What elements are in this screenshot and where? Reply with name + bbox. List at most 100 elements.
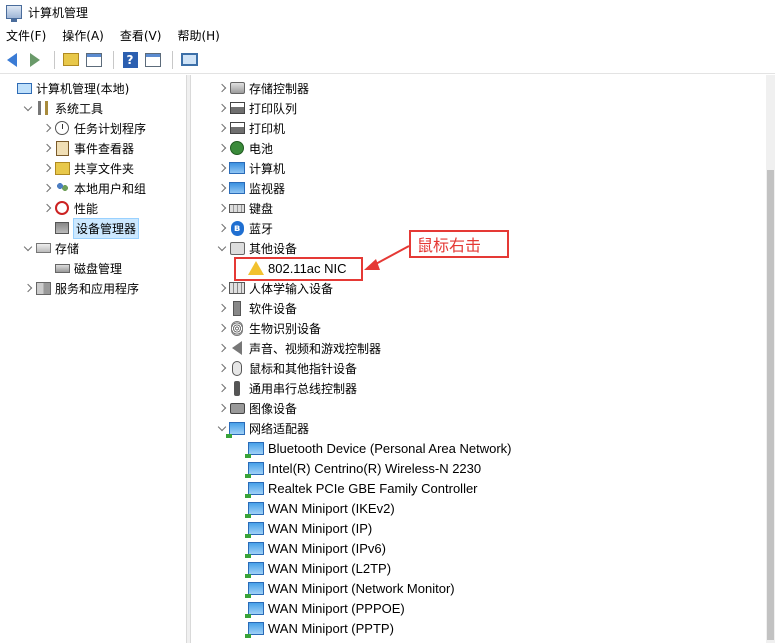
- vertical-scrollbar[interactable]: [766, 75, 775, 643]
- chevron-right-icon[interactable]: [215, 385, 229, 391]
- tree-item-label: 存储控制器: [249, 81, 310, 96]
- chevron-right-icon[interactable]: [21, 285, 35, 291]
- chevron-right-icon[interactable]: [40, 125, 54, 131]
- tree-item[interactable]: WAN Miniport (L2TP): [234, 558, 391, 578]
- tree-item[interactable]: 软件设备: [215, 298, 297, 318]
- chevron-right-icon[interactable]: [215, 365, 229, 371]
- chevron-right-icon[interactable]: [215, 105, 229, 111]
- tree-item[interactable]: 磁盘管理: [40, 258, 122, 278]
- tree-item[interactable]: 打印队列: [215, 98, 297, 118]
- tree-item[interactable]: WAN Miniport (IKEv2): [234, 498, 395, 518]
- chevron-down-icon[interactable]: [21, 107, 35, 110]
- tree-item[interactable]: WAN Miniport (IP): [234, 518, 372, 538]
- tree-item-label: 监视器: [249, 181, 286, 196]
- properties-icon: [145, 52, 161, 67]
- chevron-right-icon[interactable]: [215, 285, 229, 291]
- tree-item[interactable]: 人体学输入设备: [215, 278, 333, 298]
- tree-item[interactable]: Realtek PCIe GBE Family Controller: [234, 478, 478, 498]
- forward-button[interactable]: [25, 50, 45, 70]
- chevron-right-icon[interactable]: [215, 405, 229, 411]
- tree-item[interactable]: 存储控制器: [215, 78, 309, 98]
- chevron-right-icon[interactable]: [215, 145, 229, 151]
- storage-icon: [35, 240, 51, 256]
- tree-item[interactable]: 电池: [215, 138, 273, 158]
- chevron-down-icon[interactable]: [21, 247, 35, 250]
- menu-help[interactable]: 帮助(H): [177, 27, 219, 44]
- back-button[interactable]: [2, 50, 22, 70]
- tree-item[interactable]: 计算机: [215, 158, 285, 178]
- tree-item-label: 生物识别设备: [249, 321, 322, 336]
- tree-item[interactable]: 打印机: [215, 118, 285, 138]
- tree-item-label: 任务计划程序: [74, 121, 147, 136]
- tree-item-label: WAN Miniport (IP): [268, 520, 373, 536]
- chevron-right-icon[interactable]: [215, 205, 229, 211]
- tree-item[interactable]: 共享文件夹: [40, 158, 134, 178]
- tree-item-label: Realtek PCIe GBE Family Controller: [268, 480, 478, 496]
- menu-file[interactable]: 文件(F): [6, 27, 46, 44]
- up-folder-button[interactable]: [61, 50, 81, 70]
- scrollbar-thumb[interactable]: [767, 170, 774, 640]
- tree-item[interactable]: 服务和应用程序: [21, 278, 139, 298]
- mouse-icon-glyph: [232, 360, 242, 376]
- chevron-down-icon[interactable]: [215, 247, 229, 250]
- tree-item-label: 鼠标和其他指针设备: [249, 361, 358, 376]
- tree-item[interactable]: 性能: [40, 198, 98, 218]
- help-button[interactable]: ?: [120, 50, 140, 70]
- keyboard-icon-glyph: [229, 203, 245, 213]
- tree-item[interactable]: 监视器: [215, 178, 285, 198]
- tree-item-label: WAN Miniport (L2TP): [268, 560, 392, 576]
- tree-item[interactable]: 其他设备: [215, 238, 297, 258]
- monitor-button[interactable]: [179, 50, 199, 70]
- properties-button[interactable]: [143, 50, 163, 70]
- show-hide-tree-button[interactable]: [84, 50, 104, 70]
- title-bar: 计算机管理: [0, 0, 775, 24]
- tree-item[interactable]: 通用串行总线控制器: [215, 378, 357, 398]
- help-icon: ?: [122, 51, 138, 68]
- tree-item[interactable]: 鼠标和其他指针设备: [215, 358, 357, 378]
- menu-view[interactable]: 查看(V): [120, 27, 162, 44]
- battery-icon: [229, 140, 245, 156]
- tree-item[interactable]: 任务计划程序: [40, 118, 146, 138]
- tree-item[interactable]: 存储: [21, 238, 79, 258]
- tree-item[interactable]: 生物识别设备: [215, 318, 321, 338]
- tree-item[interactable]: WAN Miniport (IPv6): [234, 538, 386, 558]
- tree-item[interactable]: ʙ 蓝牙: [215, 218, 273, 238]
- chevron-right-icon[interactable]: [215, 185, 229, 191]
- chevron-right-icon[interactable]: [40, 165, 54, 171]
- tree-item[interactable]: WAN Miniport (PPPOE): [234, 598, 405, 618]
- tree-item-label: 图像设备: [249, 401, 298, 416]
- tree-item[interactable]: 键盘: [215, 198, 273, 218]
- tree-item[interactable]: 本地用户和组: [40, 178, 146, 198]
- tree-item-label: 本地用户和组: [74, 181, 147, 196]
- chevron-right-icon[interactable]: [215, 125, 229, 131]
- chevron-down-icon[interactable]: [215, 427, 229, 430]
- tree-item[interactable]: WAN Miniport (Network Monitor): [234, 578, 455, 598]
- chevron-right-icon[interactable]: [40, 185, 54, 191]
- tree-item[interactable]: Bluetooth Device (Personal Area Network): [234, 438, 512, 458]
- local-users-icon: [54, 180, 70, 196]
- window-title: 计算机管理: [28, 5, 89, 20]
- network-adapter-icon: [245, 540, 264, 558]
- tree-item[interactable]: 系统工具: [21, 98, 103, 118]
- chevron-right-icon[interactable]: [215, 225, 229, 231]
- disk-management-icon: [54, 260, 70, 276]
- menu-action[interactable]: 操作(A): [62, 27, 104, 44]
- tree-item[interactable]: 图像设备: [215, 398, 297, 418]
- tree-item[interactable]: 设备管理器: [40, 217, 140, 239]
- network-adapter-icon-glyph: [245, 601, 264, 618]
- chevron-right-icon[interactable]: [215, 325, 229, 331]
- tree-item[interactable]: 计算机管理(本地): [2, 78, 129, 98]
- tree-item[interactable]: Intel(R) Centrino(R) Wireless-N 2230: [234, 458, 481, 478]
- chevron-right-icon[interactable]: [215, 305, 229, 311]
- chevron-right-icon[interactable]: [215, 85, 229, 91]
- chevron-right-icon[interactable]: [215, 345, 229, 351]
- tree-item[interactable]: 网络适配器: [215, 418, 309, 438]
- network-adapter-icon-glyph: [245, 621, 264, 638]
- chevron-right-icon[interactable]: [40, 205, 54, 211]
- tree-item[interactable]: 事件查看器: [40, 138, 134, 158]
- tree-item[interactable]: WAN Miniport (PPTP): [234, 618, 394, 638]
- tree-item[interactable]: 声音、视频和游戏控制器: [215, 338, 381, 358]
- toolbar: ?: [0, 46, 775, 74]
- chevron-right-icon[interactable]: [40, 145, 54, 151]
- chevron-right-icon[interactable]: [215, 165, 229, 171]
